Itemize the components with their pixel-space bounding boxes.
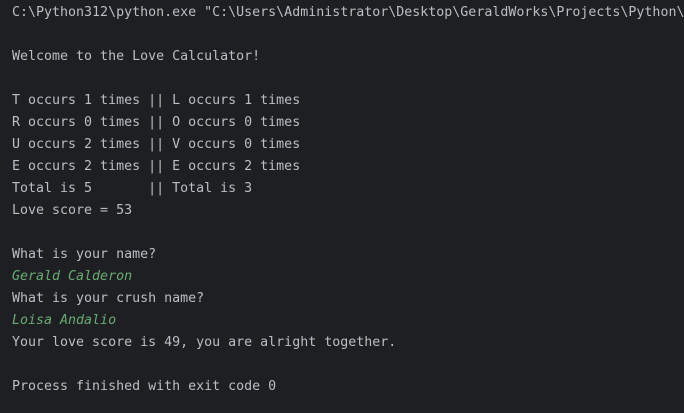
love-score-result: Your love score is 49, you are alright t… — [12, 335, 397, 350]
count-line-true-love-r-o: R occurs 0 times || O occurs 0 times — [12, 115, 301, 130]
name-prompt: What is your name? — [12, 247, 157, 262]
count-line-true-love-u-v: U occurs 2 times || V occurs 0 times — [12, 137, 301, 152]
process-exit-message: Process finished with exit code 0 — [12, 379, 277, 394]
name-input-echo: Gerald Calderon — [12, 269, 133, 284]
count-line-true-love-e-e: E occurs 2 times || E occurs 2 times — [12, 159, 301, 174]
crush-name-input-echo: Loisa Andalio — [12, 313, 117, 328]
run-console-output[interactable]: C:\Python312\python.exe "C:\Users\Admini… — [0, 0, 684, 413]
count-totals-line: Total is 5 || Total is 3 — [12, 181, 253, 196]
welcome-message: Welcome to the Love Calculator! — [12, 49, 261, 64]
love-score-line: Love score = 53 — [12, 203, 133, 218]
command-line: C:\Python312\python.exe "C:\Users\Admini… — [12, 5, 684, 20]
crush-name-prompt: What is your crush name? — [12, 291, 205, 306]
count-line-true-love-t-l: T occurs 1 times || L occurs 1 times — [12, 93, 301, 108]
